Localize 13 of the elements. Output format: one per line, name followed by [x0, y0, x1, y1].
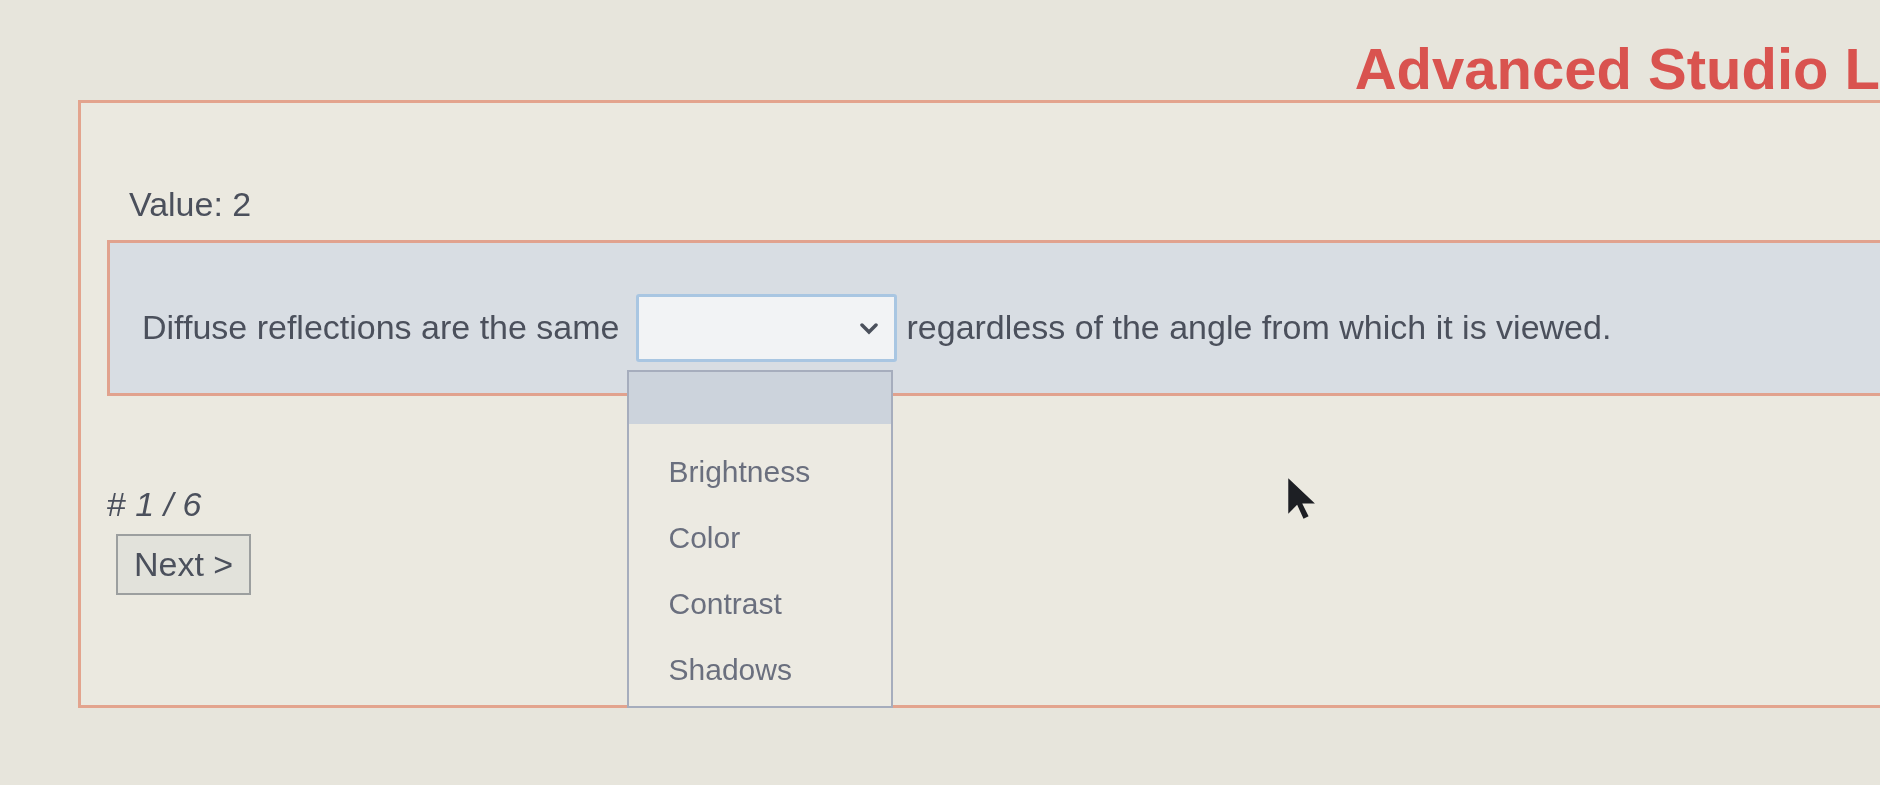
dropdown-option[interactable]: Color — [628, 504, 891, 570]
question-text: regardless of the angle from which it is viewed. — [906, 309, 1612, 347]
dropdown-option[interactable]: Shadows — [628, 636, 891, 702]
dropdown-option[interactable]: Contrast — [628, 570, 891, 636]
question-counter: # 1 / 6 — [107, 487, 202, 521]
empty-option[interactable] — [628, 372, 891, 424]
dropdown-option[interactable]: Brightness — [628, 438, 891, 504]
next-button[interactable]: Next > — [116, 534, 252, 595]
question-text: Diffuse reflections are the same — [142, 309, 620, 347]
chevron-down-icon — [859, 323, 878, 335]
dropdown-field[interactable] — [635, 294, 897, 362]
value-label: Value: 2 — [129, 187, 252, 221]
page-title: Advanced Studio L — [1354, 40, 1880, 100]
